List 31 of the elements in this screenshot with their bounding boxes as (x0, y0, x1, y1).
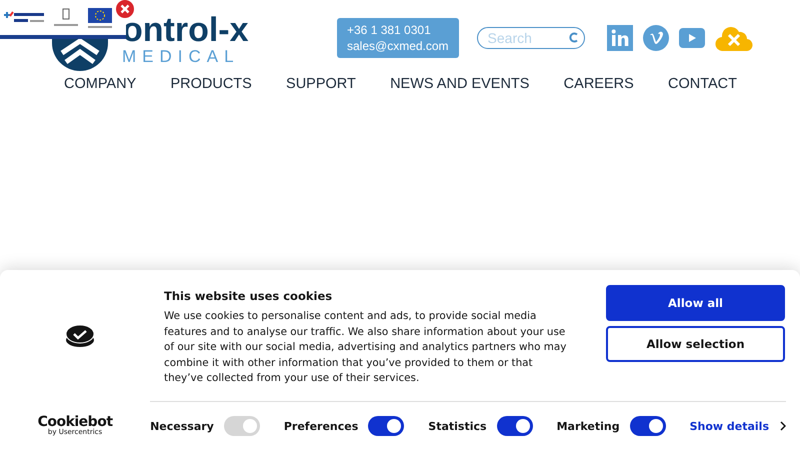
allow-all-button[interactable]: Allow all (606, 285, 785, 321)
crest-logo-drawing (52, 6, 80, 28)
toggle-label: Marketing (556, 420, 620, 432)
nav-link[interactable]: CAREERS (564, 76, 634, 92)
nav-link[interactable]: CONTACT (668, 76, 737, 92)
consent-toggle[interactable] (630, 416, 666, 436)
vimeo-icon[interactable] (642, 25, 669, 51)
nav-link[interactable]: SUPPORT (286, 76, 356, 92)
logo-wordmark: ontrol-x (122, 13, 249, 47)
nav-link[interactable]: NEWS AND EVENTS (390, 76, 530, 92)
allow-selection-button[interactable]: Allow selection (606, 326, 785, 362)
eu-flag-icon (86, 6, 114, 30)
toggle-label: Preferences (284, 420, 358, 432)
linkedin-icon[interactable] (606, 25, 633, 51)
search-field[interactable]: Search (476, 27, 585, 49)
toggle-label: Necessary (150, 420, 214, 432)
cloud-icon[interactable] (714, 25, 753, 51)
youtube-icon[interactable] (678, 28, 705, 48)
search-icon[interactable] (568, 32, 579, 43)
consent-toggle[interactable] (496, 416, 533, 436)
nav-link[interactable]: PRODUCTS (170, 76, 252, 92)
cookie-check-icon (65, 324, 95, 348)
show-details-link[interactable]: Show details (690, 420, 769, 432)
dialog-title: This website uses cookies (164, 289, 334, 303)
nav-link[interactable]: COMPANY (64, 76, 136, 92)
toggle-label: Statistics (428, 420, 487, 432)
logo-subtitle: MEDICAL (122, 47, 241, 67)
cookie-description: We use cookies to personalise content and ads, to provide social media features and to analyse our traffic. We also share information about your use of our site with our social media, advertising and analytics partners who may combine it with other information that you’ve provided to them or that they’ve collected from your use of their services. (164, 309, 568, 386)
chevron-right-icon[interactable] (780, 421, 786, 431)
consent-toggle[interactable] (368, 416, 404, 436)
close-icon[interactable] (116, 0, 134, 18)
